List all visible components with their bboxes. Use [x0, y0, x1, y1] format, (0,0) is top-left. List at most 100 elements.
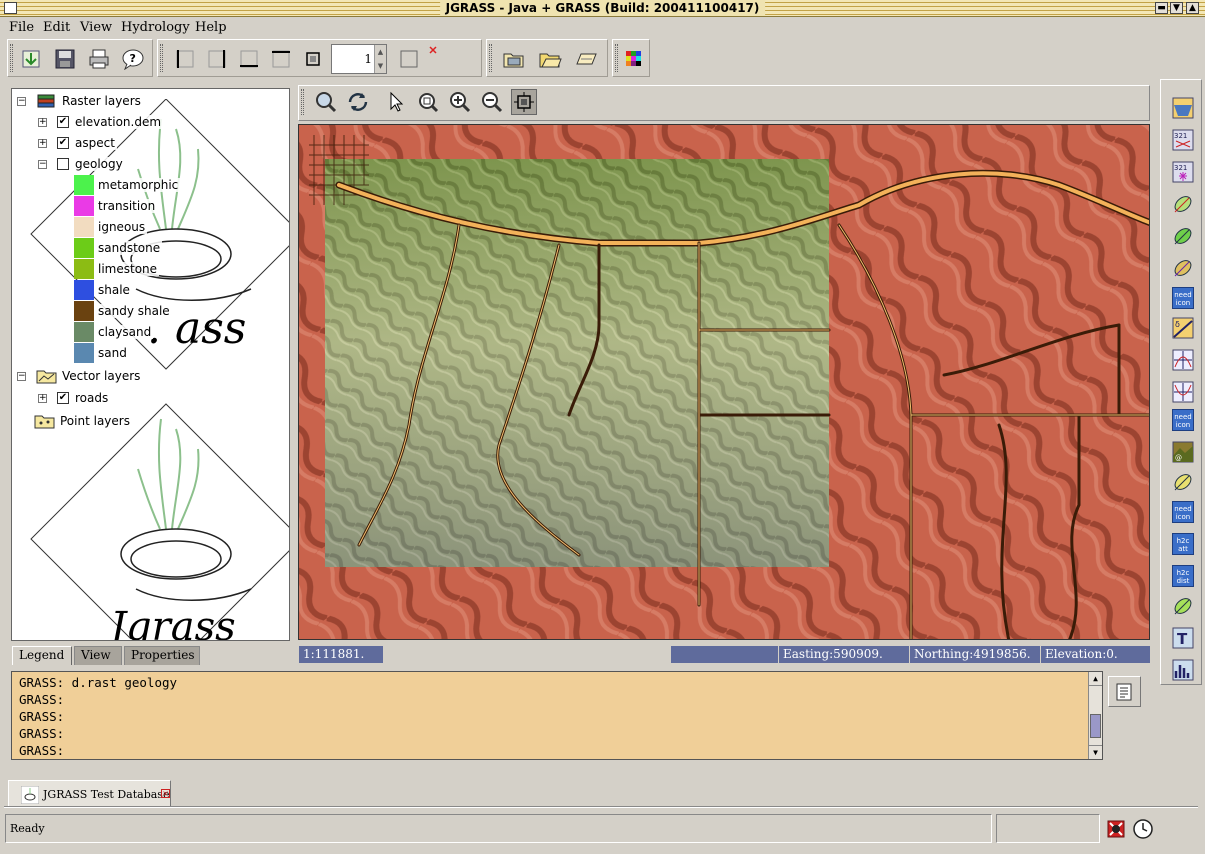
- tool-need-icon-1[interactable]: need icon: [1171, 286, 1195, 310]
- maximize-button[interactable]: ▼: [1170, 2, 1183, 14]
- floppy-icon: [55, 49, 75, 69]
- h2c-dist-icon: h2c dist: [1172, 565, 1194, 587]
- tool-h2c-att[interactable]: h2c att: [1171, 532, 1195, 556]
- tool-leaf-d[interactable]: [1171, 470, 1195, 494]
- fit-frame-button[interactable]: [300, 46, 326, 72]
- new-location-button[interactable]: [18, 46, 44, 72]
- zoom-extent-button[interactable]: [415, 89, 441, 115]
- document-list-icon: [1116, 683, 1131, 700]
- menu-hydrology[interactable]: Hydrology: [121, 19, 190, 36]
- collapse-toggle[interactable]: −: [17, 96, 26, 106]
- tab-properties[interactable]: Properties: [124, 646, 200, 665]
- tree-item-roads[interactable]: + ✔ roads: [38, 388, 111, 408]
- collapse-toggle[interactable]: −: [17, 371, 26, 381]
- save-button[interactable]: [52, 46, 78, 72]
- console-options-button[interactable]: [1108, 676, 1141, 707]
- close-icon: [429, 46, 437, 54]
- tab-view[interactable]: View: [74, 646, 122, 665]
- menu-view[interactable]: View: [80, 19, 112, 36]
- restore-button[interactable]: ▲: [1186, 2, 1199, 14]
- border-left-button[interactable]: [172, 46, 198, 72]
- console-scrollbar[interactable]: ▲ ▼: [1088, 672, 1102, 759]
- scroll-up-arrow[interactable]: ▲: [1089, 672, 1102, 686]
- layer-checkbox[interactable]: ✔: [57, 137, 69, 149]
- expand-toggle[interactable]: +: [38, 117, 47, 127]
- scroll-down-arrow[interactable]: ▼: [1089, 745, 1102, 759]
- tool-need-icon-3[interactable]: need icon: [1171, 500, 1195, 524]
- toolbar-grip[interactable]: [615, 44, 618, 72]
- h2c-att-icon: h2c att: [1172, 533, 1194, 555]
- tool-leaf-e[interactable]: [1171, 594, 1195, 618]
- tool-leaf-a[interactable]: [1171, 192, 1195, 216]
- close-tab-icon[interactable]: ×: [161, 789, 170, 798]
- border-bottom-button[interactable]: [236, 46, 262, 72]
- tool-tca[interactable]: 321: [1171, 160, 1195, 184]
- layers-tree-panel[interactable]: . ass Jgrass − Raster layers + ✔ elevati…: [11, 88, 290, 641]
- tool-curvature-a[interactable]: [1171, 348, 1195, 372]
- border-right-button[interactable]: [204, 46, 230, 72]
- remove-button[interactable]: [426, 43, 440, 57]
- zoom-spinner[interactable]: 1 ▲ ▼: [331, 44, 387, 74]
- spinner-up-arrow[interactable]: ▲: [374, 45, 386, 59]
- zoom-in-button[interactable]: [447, 89, 473, 115]
- histogram-icon: [1172, 659, 1194, 681]
- tool-need-icon-2[interactable]: need icon: [1171, 408, 1195, 432]
- tool-histogram[interactable]: [1171, 658, 1195, 682]
- tool-slope[interactable]: δ: [1171, 316, 1195, 340]
- legend-item: transition: [74, 196, 158, 216]
- layer-checkbox[interactable]: [57, 158, 69, 170]
- tree-item-aspect[interactable]: + ✔ aspect: [38, 133, 117, 153]
- title-bar[interactable]: JGRASS - Java + GRASS (Build: 2004111004…: [0, 0, 1205, 17]
- open-image-button[interactable]: [501, 46, 527, 72]
- grass-console[interactable]: GRASS: d.rast geology GRASS: GRASS: GRAS…: [11, 671, 1103, 760]
- tree-vector-root[interactable]: − Vector layers: [17, 366, 143, 386]
- tool-curvature-b[interactable]: [1171, 380, 1195, 404]
- tool-h2c-dist[interactable]: h2c dist: [1171, 564, 1195, 588]
- toolbar-grip[interactable]: [160, 44, 163, 72]
- stop-process-button[interactable]: [1105, 818, 1127, 840]
- memory-monitor-button[interactable]: [1132, 818, 1154, 840]
- collapse-toggle[interactable]: −: [38, 159, 47, 169]
- database-tab-label: JGRASS Test Database: [43, 788, 170, 801]
- tab-legend[interactable]: Legend: [12, 646, 72, 665]
- database-tab[interactable]: JGRASS Test Database ×: [8, 780, 171, 807]
- toolbar-grip[interactable]: [489, 44, 492, 72]
- scroll-thumb[interactable]: [1090, 714, 1101, 738]
- tool-text[interactable]: T: [1171, 626, 1195, 650]
- pan-button[interactable]: [511, 89, 537, 115]
- tree-point-root[interactable]: Point layers: [34, 411, 132, 431]
- tree-item-geology[interactable]: − geology: [38, 154, 125, 174]
- empty-frame-button[interactable]: [396, 46, 422, 72]
- layer-checkbox[interactable]: ✔: [57, 392, 69, 404]
- color-table-button[interactable]: [621, 46, 647, 72]
- tool-pit-filler[interactable]: [1171, 96, 1195, 120]
- tool-terrain[interactable]: @: [1171, 440, 1195, 464]
- zoom-out-button[interactable]: [479, 89, 505, 115]
- expand-toggle[interactable]: +: [38, 138, 47, 148]
- spinner-down-arrow[interactable]: ▼: [374, 59, 386, 73]
- open-folder-button[interactable]: [537, 46, 563, 72]
- tool-flow-directions[interactable]: 321: [1171, 128, 1195, 152]
- tree-raster-root[interactable]: − Raster layers: [17, 91, 143, 111]
- zoom-in-icon: [450, 92, 471, 113]
- tool-leaf-c[interactable]: [1171, 256, 1195, 280]
- border-top-button[interactable]: [268, 46, 294, 72]
- open-map-button[interactable]: [573, 46, 599, 72]
- toolbar-grip[interactable]: [301, 89, 304, 115]
- toolbar-grip[interactable]: [10, 44, 13, 72]
- minimize-button[interactable]: ▬: [1155, 2, 1168, 14]
- system-menu-button[interactable]: [4, 2, 17, 14]
- refresh-button[interactable]: [345, 89, 371, 115]
- help-button[interactable]: ?: [120, 46, 146, 72]
- map-canvas[interactable]: [298, 124, 1150, 640]
- layer-checkbox[interactable]: ✔: [57, 116, 69, 128]
- tree-item-elevation-dem[interactable]: + ✔ elevation.dem: [38, 112, 164, 132]
- menu-file[interactable]: File: [9, 19, 34, 36]
- zoom-to-region-button[interactable]: [313, 89, 339, 115]
- tool-leaf-b[interactable]: [1171, 224, 1195, 248]
- expand-toggle[interactable]: +: [38, 393, 47, 403]
- select-button[interactable]: [383, 89, 409, 115]
- menu-edit[interactable]: Edit: [43, 19, 70, 36]
- menu-help[interactable]: Help: [195, 19, 227, 36]
- print-button[interactable]: [86, 46, 112, 72]
